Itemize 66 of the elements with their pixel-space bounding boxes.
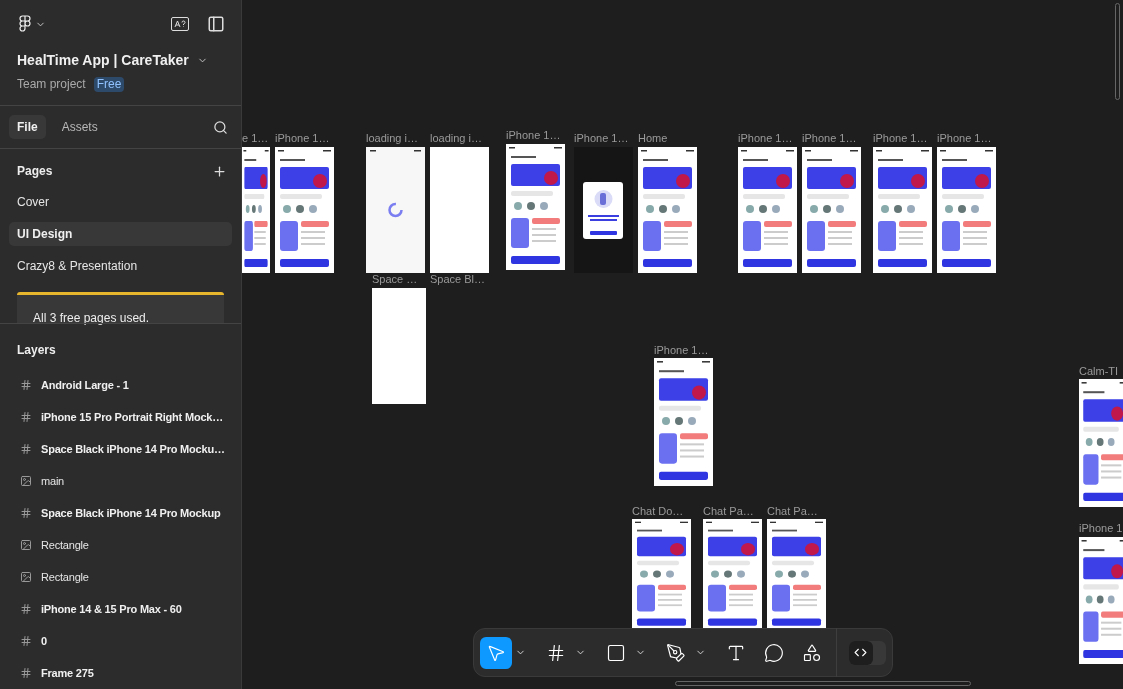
frame-label[interactable]: Space … xyxy=(372,271,418,288)
logo-icon[interactable] xyxy=(19,15,31,33)
hash-icon xyxy=(546,642,566,663)
frame-icon xyxy=(20,635,32,647)
shapes-icon xyxy=(802,642,822,663)
frame-label[interactable]: iPhone 1 xyxy=(1079,520,1123,537)
search-icon[interactable] xyxy=(213,119,228,135)
frame-label[interactable]: Home xyxy=(638,130,668,147)
canvas[interactable]: e 1… iPhone 1… loading i… loading i… Space … Space Bl… iPhone 1… iPhone 1… Home iPhone 1… iPhone 1… iPhone 1… iPhone 1… iPhone 1… Chat Do… Chat Pa… Chat Pa… Calm-TI iPhone 1 xyxy=(242,0,1123,689)
page-item[interactable]: UI Design xyxy=(9,222,232,246)
page-item[interactable]: Crazy8 & Presentation xyxy=(9,254,232,278)
code-icon xyxy=(854,646,868,659)
move-tool[interactable] xyxy=(480,636,512,669)
frame-label[interactable]: Chat Pa… xyxy=(767,503,818,520)
dev-mode-toggle[interactable] xyxy=(848,640,886,665)
layer-item[interactable]: Space Black iPhone 14 Pro Mockup xyxy=(0,504,241,522)
project-title[interactable]: HealTime App | CareTaker xyxy=(17,50,189,71)
plan-badge: Free xyxy=(93,76,125,92)
page-item[interactable]: Cover xyxy=(9,190,232,214)
section-heading: Pages xyxy=(17,163,53,180)
sidebar-tab[interactable]: Assets xyxy=(53,115,106,139)
layer-item[interactable]: 0 xyxy=(0,632,241,650)
frame-icon xyxy=(20,603,32,615)
frame-label[interactable]: Calm-TI xyxy=(1079,363,1119,380)
project-type: Team project xyxy=(17,76,86,93)
layer-item[interactable]: iPhone 15 Pro Portrait Right Mock… xyxy=(0,408,241,426)
layer-item[interactable]: Android Large - 1 xyxy=(0,376,241,394)
pen-icon xyxy=(666,642,686,663)
notice-text: All 3 free pages used. xyxy=(33,311,150,325)
sidebar-tab[interactable]: File xyxy=(9,115,46,139)
frame-label[interactable]: iPhone 1… xyxy=(937,130,992,147)
image-icon xyxy=(20,571,32,583)
frame-label[interactable]: iPhone 1… xyxy=(275,130,330,147)
frame-icon xyxy=(20,667,32,679)
frame-label[interactable]: iPhone 1… xyxy=(738,130,793,147)
square-icon xyxy=(606,642,626,663)
frame-label[interactable]: iPhone 1… xyxy=(506,127,561,144)
frame-icon xyxy=(20,379,32,391)
frame-label[interactable]: iPhone 1… xyxy=(574,130,629,147)
speech-bubble-icon xyxy=(764,642,784,663)
image-icon xyxy=(20,475,32,487)
image-icon xyxy=(20,539,32,551)
layer-item[interactable]: main xyxy=(0,472,241,490)
frame-icon xyxy=(20,507,32,519)
frame-label[interactable]: iPhone 1… xyxy=(654,342,709,359)
add-icon[interactable] xyxy=(212,163,227,179)
vertical-scrollbar[interactable] xyxy=(1115,3,1120,100)
layer-item[interactable]: Rectangle xyxy=(0,536,241,554)
horizontal-scrollbar[interactable] xyxy=(675,681,971,686)
layer-item[interactable]: Frame 275 xyxy=(0,664,241,682)
accessibility-icon[interactable] xyxy=(171,17,189,31)
layer-item[interactable]: Space Black iPhone 14 Pro Mocku… xyxy=(0,440,241,458)
frame-label[interactable]: iPhone 1… xyxy=(802,130,857,147)
frame-label[interactable]: Space Bl… xyxy=(430,271,486,288)
frame-label[interactable]: iPhone 1… xyxy=(873,130,928,147)
frame-label[interactable]: loading i… xyxy=(430,130,482,147)
frame-icon xyxy=(20,411,32,423)
frame-label[interactable]: Chat Pa… xyxy=(703,503,754,520)
frame-icon xyxy=(20,443,32,455)
sidebar-toggle-icon[interactable] xyxy=(207,15,225,33)
frame-label[interactable]: Chat Do… xyxy=(632,503,684,520)
section-heading: Layers xyxy=(17,343,56,357)
frame-label[interactable]: loading i… xyxy=(366,130,418,147)
frame-label[interactable]: e 1… xyxy=(242,130,269,147)
layer-item[interactable]: iPhone 14 & 15 Pro Max - 60 xyxy=(0,600,241,618)
layer-item[interactable]: Rectangle xyxy=(0,568,241,586)
